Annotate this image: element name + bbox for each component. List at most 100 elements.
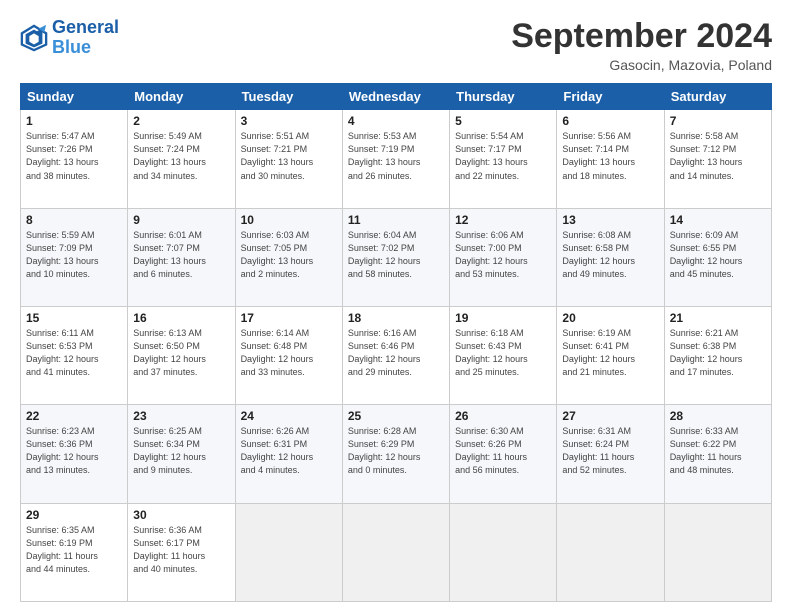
calendar-day-cell: [450, 503, 557, 601]
day-detail: Sunrise: 6:19 AM Sunset: 6:41 PM Dayligh…: [562, 327, 658, 379]
day-detail: Sunrise: 6:06 AM Sunset: 7:00 PM Dayligh…: [455, 229, 551, 281]
day-number: 21: [670, 311, 766, 325]
calendar-day-cell: 16 Sunrise: 6:13 AM Sunset: 6:50 PM Dayli…: [128, 307, 235, 405]
calendar-day-cell: 30Sunrise: 6:36 AM Sunset: 6:17 PM Dayli…: [128, 503, 235, 601]
day-detail: Sunrise: 6:13 AM Sunset: 6:50 PM Dayligh…: [133, 327, 229, 379]
day-detail: Sunrise: 6:16 AM Sunset: 6:46 PM Dayligh…: [348, 327, 444, 379]
calendar-day-cell: 2 Sunrise: 5:49 AM Sunset: 7:24 PM Daylig…: [128, 110, 235, 208]
page: General Blue September 2024 Gasocin, Maz…: [0, 0, 792, 612]
calendar-title: September 2024: [511, 18, 772, 55]
day-detail: Sunrise: 6:09 AM Sunset: 6:55 PM Dayligh…: [670, 229, 766, 281]
day-detail: Sunrise: 5:49 AM Sunset: 7:24 PM Dayligh…: [133, 130, 229, 182]
calendar-day-cell: 11 Sunrise: 6:04 AM Sunset: 7:02 PM Dayli…: [342, 208, 449, 306]
day-detail: Sunrise: 6:01 AM Sunset: 7:07 PM Dayligh…: [133, 229, 229, 281]
day-number: 27: [562, 409, 658, 423]
calendar-day-cell: 10 Sunrise: 6:03 AM Sunset: 7:05 PM Dayli…: [235, 208, 342, 306]
calendar-week-row: 15 Sunrise: 6:11 AM Sunset: 6:53 PM Dayli…: [21, 307, 772, 405]
day-number: 14: [670, 213, 766, 227]
logo-line2: Blue: [52, 38, 119, 58]
col-wednesday: Wednesday: [342, 84, 449, 110]
calendar-week-row: 8 Sunrise: 5:59 AM Sunset: 7:09 PM Daylig…: [21, 208, 772, 306]
day-detail: Sunrise: 6:28 AM Sunset: 6:29 PM Dayligh…: [348, 425, 444, 477]
day-number: 4: [348, 114, 444, 128]
calendar-day-cell: [664, 503, 771, 601]
day-detail: Sunrise: 6:03 AM Sunset: 7:05 PM Dayligh…: [241, 229, 337, 281]
day-detail: Sunrise: 5:51 AM Sunset: 7:21 PM Dayligh…: [241, 130, 337, 182]
calendar-day-cell: 25 Sunrise: 6:28 AM Sunset: 6:29 PM Dayli…: [342, 405, 449, 503]
day-detail: Sunrise: 6:31 AM Sunset: 6:24 PM Dayligh…: [562, 425, 658, 477]
day-number: 15: [26, 311, 122, 325]
day-detail: Sunrise: 5:54 AM Sunset: 7:17 PM Dayligh…: [455, 130, 551, 182]
header-row: Sunday Monday Tuesday Wednesday Thursday…: [21, 84, 772, 110]
day-detail: Sunrise: 6:11 AM Sunset: 6:53 PM Dayligh…: [26, 327, 122, 379]
calendar-day-cell: [235, 503, 342, 601]
day-detail: Sunrise: 6:26 AM Sunset: 6:31 PM Dayligh…: [241, 425, 337, 477]
calendar-week-row: 22 Sunrise: 6:23 AM Sunset: 6:36 PM Dayli…: [21, 405, 772, 503]
day-detail: Sunrise: 6:33 AM Sunset: 6:22 PM Dayligh…: [670, 425, 766, 477]
day-number: 2: [133, 114, 229, 128]
day-number: 5: [455, 114, 551, 128]
day-detail: Sunrise: 6:18 AM Sunset: 6:43 PM Dayligh…: [455, 327, 551, 379]
calendar-week-row: 29Sunrise: 6:35 AM Sunset: 6:19 PM Dayli…: [21, 503, 772, 601]
calendar-day-cell: 20Sunrise: 6:19 AM Sunset: 6:41 PM Dayli…: [557, 307, 664, 405]
day-detail: Sunrise: 6:36 AM Sunset: 6:17 PM Dayligh…: [133, 524, 229, 576]
general-blue-logo-icon: [20, 24, 48, 52]
calendar-day-cell: 7Sunrise: 5:58 AM Sunset: 7:12 PM Daylig…: [664, 110, 771, 208]
day-number: 11: [348, 213, 444, 227]
calendar-day-cell: 22 Sunrise: 6:23 AM Sunset: 6:36 PM Dayli…: [21, 405, 128, 503]
col-saturday: Saturday: [664, 84, 771, 110]
col-sunday: Sunday: [21, 84, 128, 110]
day-detail: Sunrise: 6:21 AM Sunset: 6:38 PM Dayligh…: [670, 327, 766, 379]
day-number: 8: [26, 213, 122, 227]
day-detail: Sunrise: 5:53 AM Sunset: 7:19 PM Dayligh…: [348, 130, 444, 182]
col-thursday: Thursday: [450, 84, 557, 110]
calendar-table: Sunday Monday Tuesday Wednesday Thursday…: [20, 83, 772, 602]
calendar-body: 1 Sunrise: 5:47 AM Sunset: 7:26 PM Daylig…: [21, 110, 772, 602]
day-detail: Sunrise: 6:25 AM Sunset: 6:34 PM Dayligh…: [133, 425, 229, 477]
day-number: 28: [670, 409, 766, 423]
calendar-day-cell: 3Sunrise: 5:51 AM Sunset: 7:21 PM Daylig…: [235, 110, 342, 208]
calendar-day-cell: 23 Sunrise: 6:25 AM Sunset: 6:34 PM Dayli…: [128, 405, 235, 503]
calendar-day-cell: 29Sunrise: 6:35 AM Sunset: 6:19 PM Dayli…: [21, 503, 128, 601]
calendar-day-cell: 6Sunrise: 5:56 AM Sunset: 7:14 PM Daylig…: [557, 110, 664, 208]
calendar-day-cell: 26Sunrise: 6:30 AM Sunset: 6:26 PM Dayli…: [450, 405, 557, 503]
day-detail: Sunrise: 5:47 AM Sunset: 7:26 PM Dayligh…: [26, 130, 122, 182]
calendar-day-cell: 9Sunrise: 6:01 AM Sunset: 7:07 PM Daylig…: [128, 208, 235, 306]
calendar-day-cell: 5 Sunrise: 5:54 AM Sunset: 7:17 PM Daylig…: [450, 110, 557, 208]
day-number: 6: [562, 114, 658, 128]
day-number: 12: [455, 213, 551, 227]
day-number: 22: [26, 409, 122, 423]
day-number: 23: [133, 409, 229, 423]
calendar-day-cell: 8 Sunrise: 5:59 AM Sunset: 7:09 PM Daylig…: [21, 208, 128, 306]
day-number: 1: [26, 114, 122, 128]
day-number: 25: [348, 409, 444, 423]
col-friday: Friday: [557, 84, 664, 110]
day-number: 10: [241, 213, 337, 227]
day-detail: Sunrise: 5:59 AM Sunset: 7:09 PM Dayligh…: [26, 229, 122, 281]
calendar-day-cell: 1 Sunrise: 5:47 AM Sunset: 7:26 PM Daylig…: [21, 110, 128, 208]
day-number: 19: [455, 311, 551, 325]
day-number: 16: [133, 311, 229, 325]
day-detail: Sunrise: 6:23 AM Sunset: 6:36 PM Dayligh…: [26, 425, 122, 477]
day-number: 29: [26, 508, 122, 522]
calendar-week-row: 1 Sunrise: 5:47 AM Sunset: 7:26 PM Daylig…: [21, 110, 772, 208]
col-monday: Monday: [128, 84, 235, 110]
day-number: 13: [562, 213, 658, 227]
calendar-day-cell: 28 Sunrise: 6:33 AM Sunset: 6:22 PM Dayli…: [664, 405, 771, 503]
calendar-day-cell: 19 Sunrise: 6:18 AM Sunset: 6:43 PM Dayli…: [450, 307, 557, 405]
calendar-day-cell: 27 Sunrise: 6:31 AM Sunset: 6:24 PM Dayli…: [557, 405, 664, 503]
col-tuesday: Tuesday: [235, 84, 342, 110]
day-number: 18: [348, 311, 444, 325]
day-detail: Sunrise: 6:30 AM Sunset: 6:26 PM Dayligh…: [455, 425, 551, 477]
calendar-day-cell: 12 Sunrise: 6:06 AM Sunset: 7:00 PM Dayli…: [450, 208, 557, 306]
calendar-day-cell: [557, 503, 664, 601]
calendar-day-cell: 14 Sunrise: 6:09 AM Sunset: 6:55 PM Dayli…: [664, 208, 771, 306]
calendar-day-cell: 21 Sunrise: 6:21 AM Sunset: 6:38 PM Dayli…: [664, 307, 771, 405]
day-detail: Sunrise: 6:04 AM Sunset: 7:02 PM Dayligh…: [348, 229, 444, 281]
calendar-day-cell: 13Sunrise: 6:08 AM Sunset: 6:58 PM Dayli…: [557, 208, 664, 306]
day-detail: Sunrise: 5:58 AM Sunset: 7:12 PM Dayligh…: [670, 130, 766, 182]
logo-text: General Blue: [52, 18, 119, 58]
calendar-header: Sunday Monday Tuesday Wednesday Thursday…: [21, 84, 772, 110]
logo-line1: General: [52, 18, 119, 38]
calendar-day-cell: 24Sunrise: 6:26 AM Sunset: 6:31 PM Dayli…: [235, 405, 342, 503]
